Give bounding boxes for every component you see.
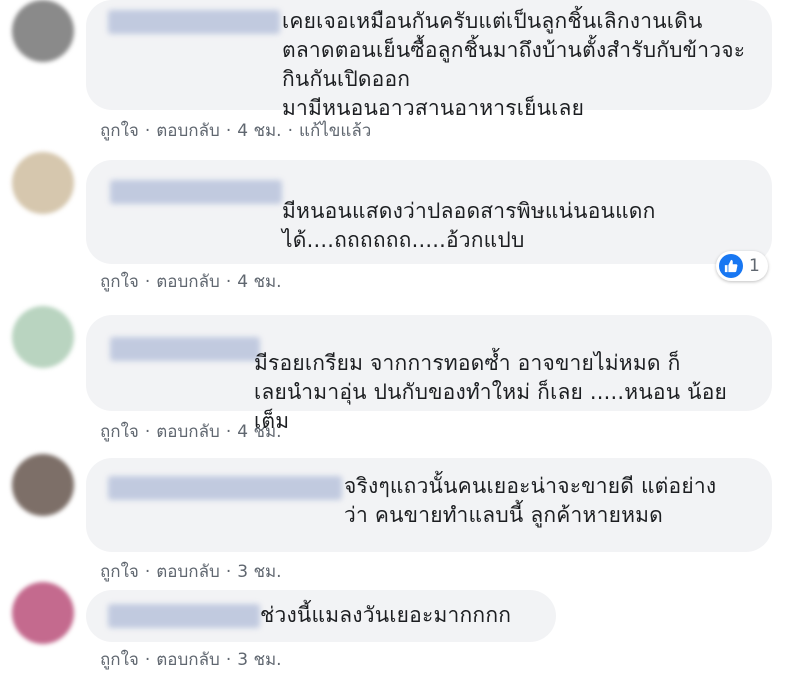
comment-actions: ถูกใจ · ตอบกลับ · 4 ชม. bbox=[100, 418, 282, 445]
like-link[interactable]: ถูกใจ bbox=[100, 117, 139, 144]
comment-bubble: เคยเจอเหมือนกันครับแต่เป็นลูกชิ้นเลิกงาน… bbox=[86, 0, 772, 120]
comment-text: เคยเจอเหมือนกันครับแต่เป็นลูกชิ้นเลิกงาน… bbox=[282, 9, 746, 120]
avatar[interactable] bbox=[12, 454, 74, 516]
comment-actions: ถูกใจ · ตอบกลับ · 3 ชม. bbox=[100, 558, 282, 585]
avatar[interactable] bbox=[12, 152, 74, 214]
comment-text: ช่วงนี้แมลงวันเยอะมากกกก bbox=[260, 603, 512, 627]
commenter-name[interactable] bbox=[108, 604, 260, 628]
avatar[interactable] bbox=[12, 582, 74, 644]
like-link[interactable]: ถูกใจ bbox=[100, 268, 139, 295]
edited-label[interactable]: แก้ไขแล้ว bbox=[299, 117, 371, 144]
commenter-name[interactable] bbox=[110, 180, 282, 204]
comment-text: มีรอยเกรียม จากการทอดซ้ำ อาจขายไม่หมด ก็… bbox=[254, 351, 728, 433]
comment-actions: ถูกใจ · ตอบกลับ · 4 ชม. · แก้ไขแล้ว bbox=[100, 117, 371, 144]
commenter-name[interactable] bbox=[108, 10, 280, 34]
like-icon bbox=[719, 254, 743, 278]
comment-bubble: จริงๆแถวนั้นคนเยอะน่าจะขายดี แต่อย่าง ว่… bbox=[86, 458, 772, 552]
comment-bubble: มีหนอนแสดงว่าปลอดสารพิษแน่นอนแดก ได้....… bbox=[86, 160, 772, 264]
timestamp[interactable]: 4 ชม. bbox=[237, 117, 281, 144]
reply-link[interactable]: ตอบกลับ bbox=[156, 117, 220, 144]
timestamp[interactable]: 4 ชม. bbox=[237, 418, 281, 445]
comment-text: มีหนอนแสดงว่าปลอดสารพิษแน่นอนแดก ได้....… bbox=[282, 199, 656, 252]
like-link[interactable]: ถูกใจ bbox=[100, 418, 139, 445]
comment-bubble: ช่วงนี้แมลงวันเยอะมากกกก bbox=[86, 590, 556, 642]
comment-text: จริงๆแถวนั้นคนเยอะน่าจะขายดี แต่อย่าง ว่… bbox=[344, 474, 717, 527]
comment-actions: ถูกใจ · ตอบกลับ · 4 ชม. bbox=[100, 268, 282, 295]
avatar[interactable] bbox=[12, 306, 74, 368]
comment-actions: ถูกใจ · ตอบกลับ · 3 ชม. bbox=[100, 646, 282, 673]
reply-link[interactable]: ตอบกลับ bbox=[156, 646, 220, 673]
commenter-name[interactable] bbox=[110, 337, 260, 361]
like-link[interactable]: ถูกใจ bbox=[100, 558, 139, 585]
reply-link[interactable]: ตอบกลับ bbox=[156, 418, 220, 445]
reaction-summary[interactable]: 1 bbox=[716, 251, 768, 281]
timestamp[interactable]: 3 ชม. bbox=[237, 558, 281, 585]
reply-link[interactable]: ตอบกลับ bbox=[156, 268, 220, 295]
timestamp[interactable]: 4 ชม. bbox=[237, 268, 281, 295]
comment-bubble: มีรอยเกรียม จากการทอดซ้ำ อาจขายไม่หมด ก็… bbox=[86, 315, 772, 433]
reply-link[interactable]: ตอบกลับ bbox=[156, 558, 220, 585]
commenter-name[interactable] bbox=[108, 476, 342, 500]
avatar[interactable] bbox=[12, 0, 74, 62]
reaction-count: 1 bbox=[749, 256, 760, 276]
like-link[interactable]: ถูกใจ bbox=[100, 646, 139, 673]
timestamp[interactable]: 3 ชม. bbox=[237, 646, 281, 673]
